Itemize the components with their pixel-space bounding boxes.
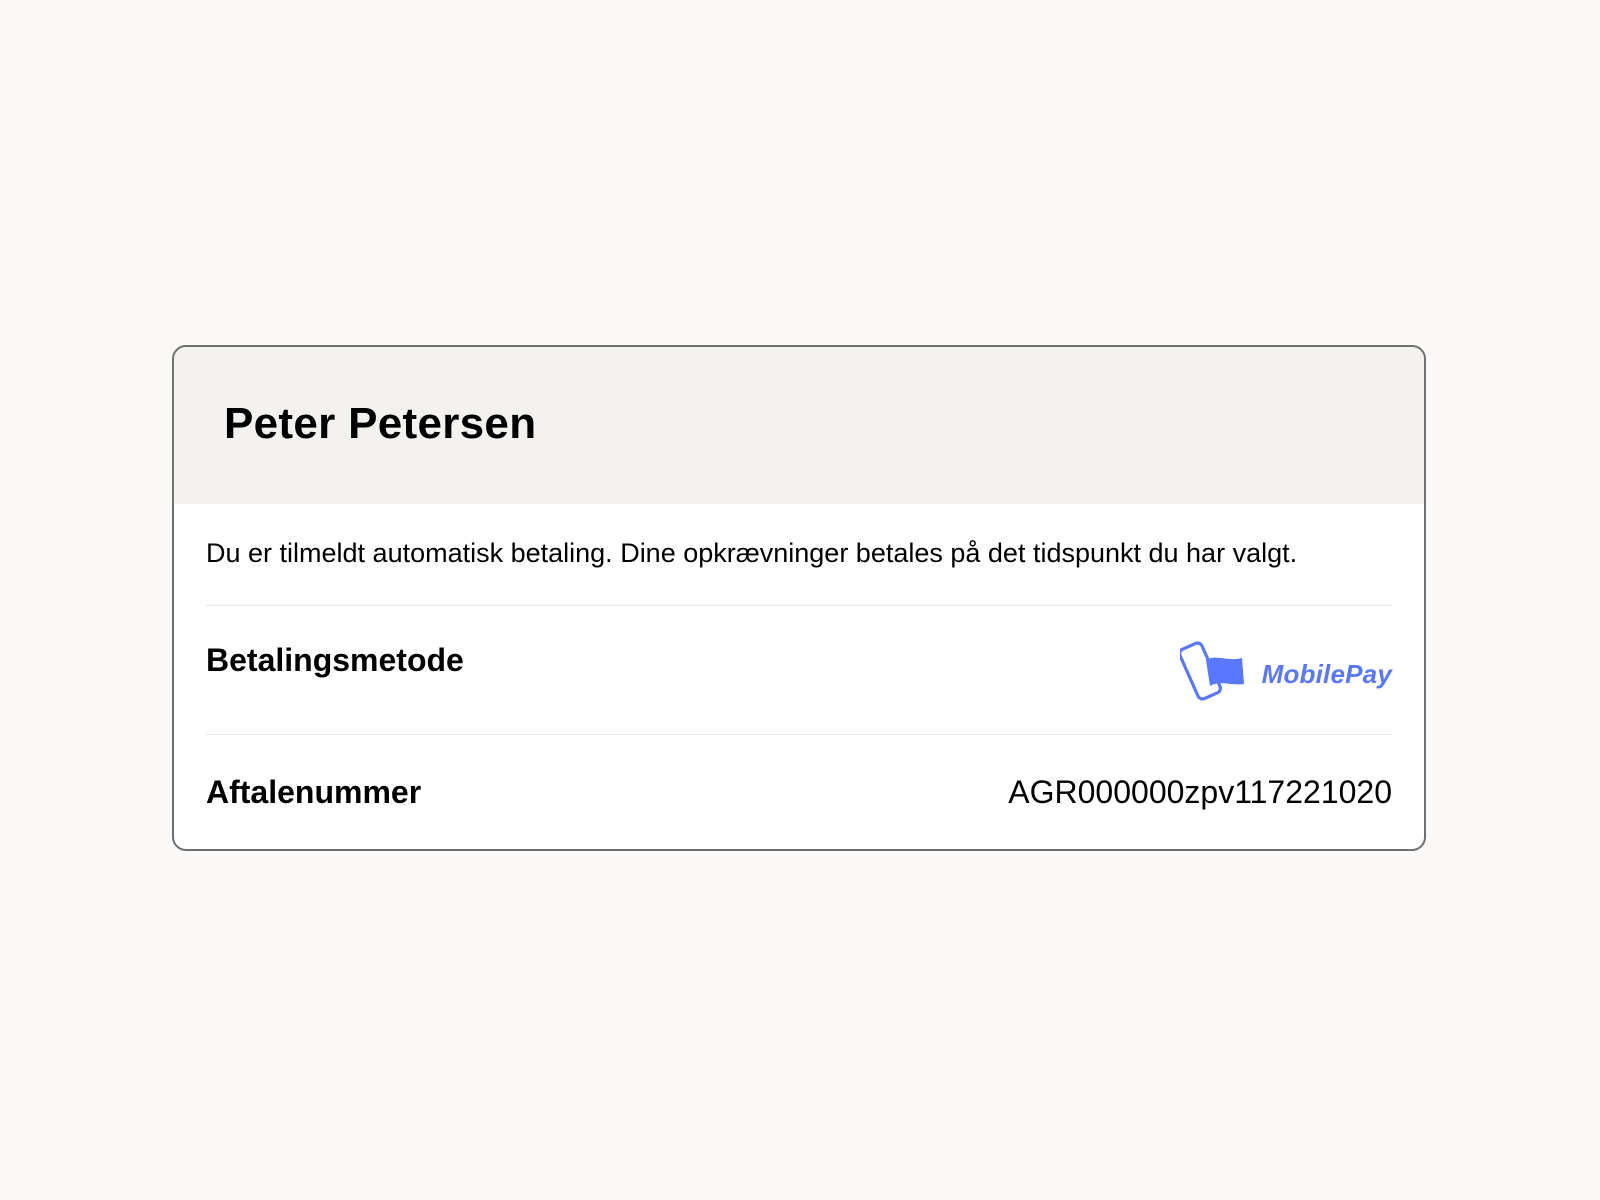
automatic-payment-notice: Du er tilmeldt automatisk betaling. Dine…: [206, 504, 1392, 606]
agreement-number-value: AGR000000zpv117221020: [1008, 774, 1392, 810]
agreement-number-row: Aftalenummer AGR000000zpv117221020: [206, 735, 1392, 811]
payment-method-row: Betalingsmetode MobilePay: [206, 606, 1392, 735]
payment-method-label: Betalingsmetode: [206, 642, 464, 678]
customer-name-title: Peter Petersen: [224, 398, 537, 448]
mobilepay-logo-text: MobilePay: [1261, 659, 1392, 689]
mobilepay-logo-icon: [1177, 638, 1248, 711]
mobilepay-logo: MobilePay: [1177, 638, 1392, 711]
card-header: Peter Petersen: [174, 347, 1424, 504]
payment-agreement-card: Peter Petersen Du er tilmeldt automatisk…: [172, 345, 1426, 851]
agreement-number-label: Aftalenummer: [206, 774, 422, 810]
card-body: Du er tilmeldt automatisk betaling. Dine…: [174, 504, 1424, 811]
